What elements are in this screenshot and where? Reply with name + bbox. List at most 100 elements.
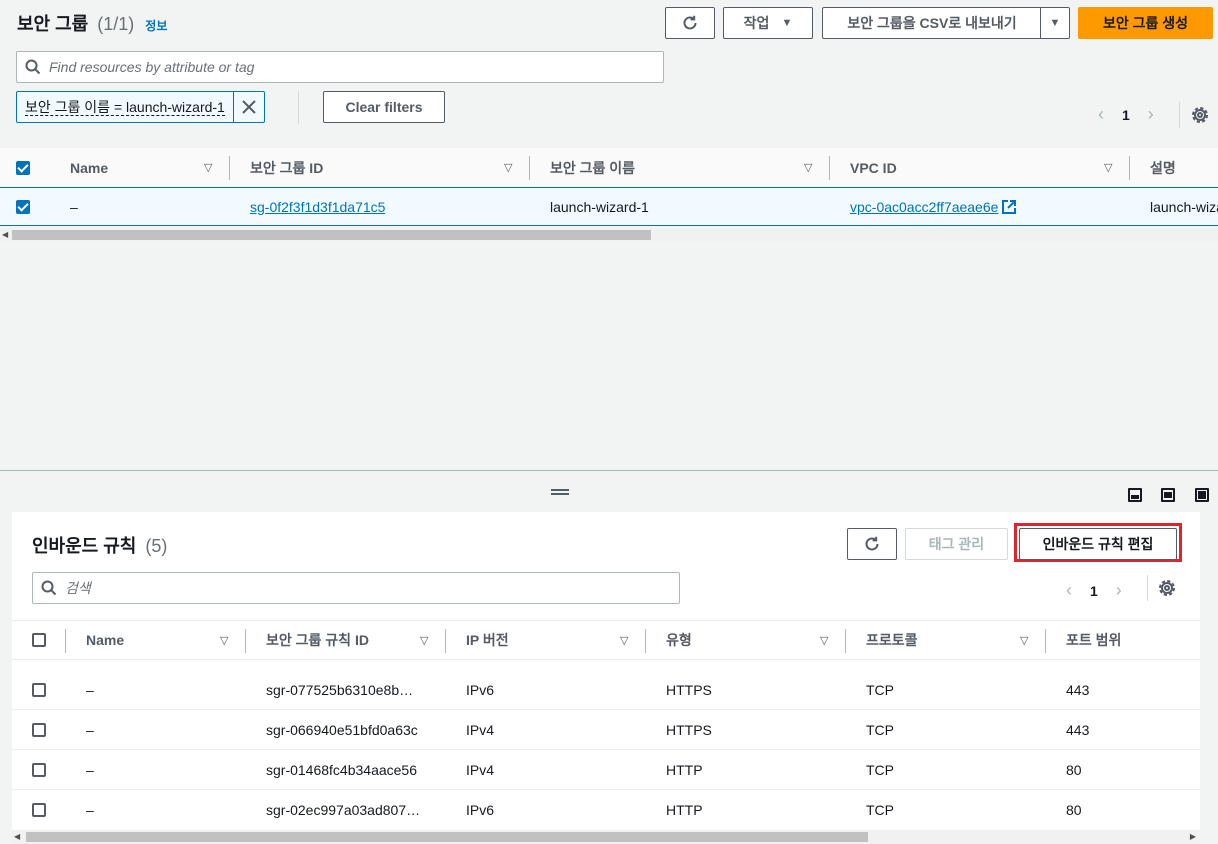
sort-icon[interactable]: ▽ <box>504 148 512 187</box>
column-header-group-id[interactable]: 보안 그룹 ID <box>250 148 323 187</box>
sort-icon[interactable]: ▽ <box>1020 621 1028 659</box>
column-header-name[interactable]: Name <box>70 148 108 187</box>
column-header-name[interactable]: Name <box>86 621 124 659</box>
create-security-group-label: 보안 그룹 생성 <box>1102 15 1189 31</box>
remove-filter-button[interactable] <box>234 92 264 122</box>
actions-label: 작업 <box>743 15 770 31</box>
table-row[interactable]: – sgr-01468fc4b34aace56 IPv4 HTTP TCP 80 <box>12 750 1200 790</box>
sort-icon[interactable]: ▽ <box>204 148 212 187</box>
chevron-left-icon[interactable]: ‹ <box>1066 580 1072 601</box>
cell-ip-version: IPv6 <box>466 802 495 818</box>
scroll-left-arrow[interactable]: ◀ <box>14 830 20 844</box>
scrollbar-thumb[interactable] <box>12 230 651 240</box>
page-number[interactable]: 1 <box>1122 107 1130 123</box>
scrollbar-thumb[interactable] <box>26 832 868 842</box>
column-header-group-name[interactable]: 보안 그룹 이름 <box>550 148 635 187</box>
cell-description: launch-wizard-1 <box>1150 198 1218 215</box>
sort-icon[interactable]: ▽ <box>220 621 228 659</box>
select-all-rules-checkbox[interactable] <box>32 633 46 647</box>
horizontal-scrollbar[interactable]: ◀ <box>0 228 1218 242</box>
row-checkbox[interactable] <box>16 200 30 214</box>
edit-inbound-rules-button[interactable]: 인바운드 규칙 편집 <box>1019 528 1177 560</box>
refresh-button[interactable] <box>665 7 715 39</box>
cell-name: – <box>86 681 94 698</box>
column-resizer[interactable] <box>245 629 246 653</box>
column-header-port-range[interactable]: 포트 범위 <box>1066 621 1121 659</box>
column-header-rule-id[interactable]: 보안 그룹 규칙 ID <box>266 621 369 659</box>
scroll-left-arrow[interactable]: ◀ <box>2 228 8 242</box>
refresh-icon <box>683 15 697 30</box>
row-checkbox[interactable] <box>32 723 46 737</box>
cell-rule-id: sgr-066940e51bfd0a63c <box>266 721 418 738</box>
export-options-dropdown[interactable]: ▼ <box>1040 7 1070 39</box>
selection-count: (1/1) <box>97 14 135 34</box>
cell-rule-id: sgr-077525b6310e8b… <box>266 681 414 698</box>
sort-icon[interactable]: ▽ <box>804 148 812 187</box>
column-resizer[interactable] <box>1129 156 1130 180</box>
table-header: Name ▽ 보안 그룹 ID ▽ 보안 그룹 이름 ▽ VPC ID ▽ 설명 <box>0 148 1218 188</box>
create-security-group-button[interactable]: 보안 그룹 생성 <box>1078 7 1213 39</box>
sort-icon[interactable]: ▽ <box>620 621 628 659</box>
cell-name: – <box>86 721 94 738</box>
search-input[interactable] <box>49 59 663 75</box>
actions-dropdown[interactable]: 작업 ▼ <box>723 7 813 39</box>
security-group-id-link[interactable]: sg-0f2f3f1d3f1da71c5 <box>250 188 385 225</box>
export-csv-button[interactable]: 보안 그룹을 CSV로 내보내기 <box>822 7 1041 39</box>
sort-icon[interactable]: ▽ <box>820 621 828 659</box>
rules-table-header: Name ▽ 보안 그룹 규칙 ID ▽ IP 버전 ▽ 유형 ▽ 프로토콜 ▽… <box>12 620 1200 660</box>
panel-side-icon[interactable] <box>1161 488 1175 502</box>
sort-icon[interactable]: ▽ <box>1104 148 1112 187</box>
row-checkbox[interactable] <box>32 683 46 697</box>
column-resizer[interactable] <box>845 629 846 653</box>
cell-type: HTTP <box>666 802 703 818</box>
rules-page-number[interactable]: 1 <box>1090 583 1098 599</box>
sort-icon[interactable]: ▽ <box>420 621 428 659</box>
rules-pagination: ‹ 1 › <box>1066 580 1122 601</box>
rules-search[interactable] <box>32 572 680 604</box>
table-row[interactable]: – sg-0f2f3f1d3f1da71c5 launch-wizard-1 v… <box>0 188 1218 226</box>
select-all-checkbox[interactable] <box>16 161 30 175</box>
column-header-protocol[interactable]: 프로토콜 <box>866 621 918 659</box>
column-resizer[interactable] <box>445 629 446 653</box>
column-header-description[interactable]: 설명 <box>1150 148 1176 187</box>
panel-full-icon[interactable] <box>1195 488 1209 502</box>
row-checkbox[interactable] <box>32 803 46 817</box>
chevron-left-icon[interactable]: ‹ <box>1098 104 1104 125</box>
column-resizer[interactable] <box>829 156 830 180</box>
table-row[interactable]: – sgr-066940e51bfd0a63c IPv4 HTTPS TCP 4… <box>12 710 1200 750</box>
panel-splitter <box>0 470 1218 471</box>
filter-token[interactable]: 보안 그룹 이름 = launch-wizard-1 <box>16 91 265 123</box>
inbound-rules-title: 인바운드 규칙 (5) <box>32 532 167 558</box>
column-resizer[interactable] <box>229 156 230 180</box>
table-row[interactable]: – sgr-077525b6310e8b… IPv6 HTTPS TCP 443 <box>12 670 1200 710</box>
chevron-right-icon[interactable]: › <box>1116 580 1122 601</box>
manage-tags-button[interactable]: 태그 관리 <box>905 528 1008 560</box>
column-header-type[interactable]: 유형 <box>666 621 692 659</box>
column-header-ip-version[interactable]: IP 버전 <box>466 621 509 659</box>
settings-icon[interactable] <box>1157 578 1177 598</box>
manage-tags-label: 태그 관리 <box>928 536 985 552</box>
refresh-rules-button[interactable] <box>847 528 897 560</box>
table-row[interactable]: – sgr-02ec997a03ad807… IPv6 HTTP TCP 80 <box>12 790 1200 830</box>
column-resizer[interactable] <box>645 629 646 653</box>
scroll-right-arrow[interactable]: ▶ <box>1190 830 1196 844</box>
settings-icon[interactable] <box>1190 105 1210 125</box>
cell-protocol: TCP <box>866 802 894 818</box>
cell-port-range: 80 <box>1066 761 1082 778</box>
row-checkbox[interactable] <box>32 763 46 777</box>
column-resizer[interactable] <box>529 156 530 180</box>
cell-rule-id: sgr-02ec997a03ad807… <box>266 802 421 818</box>
info-link[interactable]: 정보 <box>145 19 167 33</box>
rules-search-input[interactable] <box>65 580 679 596</box>
column-resizer[interactable] <box>1045 629 1046 653</box>
column-header-vpc-id[interactable]: VPC ID <box>850 148 897 187</box>
chevron-right-icon[interactable]: › <box>1148 104 1154 125</box>
vpc-link[interactable]: vpc-0ac0acc2ff7aeae6e <box>850 188 1017 225</box>
vpc-id-link[interactable]: vpc-0ac0acc2ff7aeae6e <box>850 199 998 215</box>
divider <box>1179 102 1180 128</box>
rules-horizontal-scrollbar[interactable]: ◀ ▶ <box>12 830 1200 844</box>
clear-filters-button[interactable]: Clear filters <box>323 91 445 123</box>
panel-bottom-icon[interactable] <box>1128 488 1142 502</box>
split-drag-icon[interactable] <box>551 489 569 495</box>
resource-search[interactable] <box>16 51 664 83</box>
